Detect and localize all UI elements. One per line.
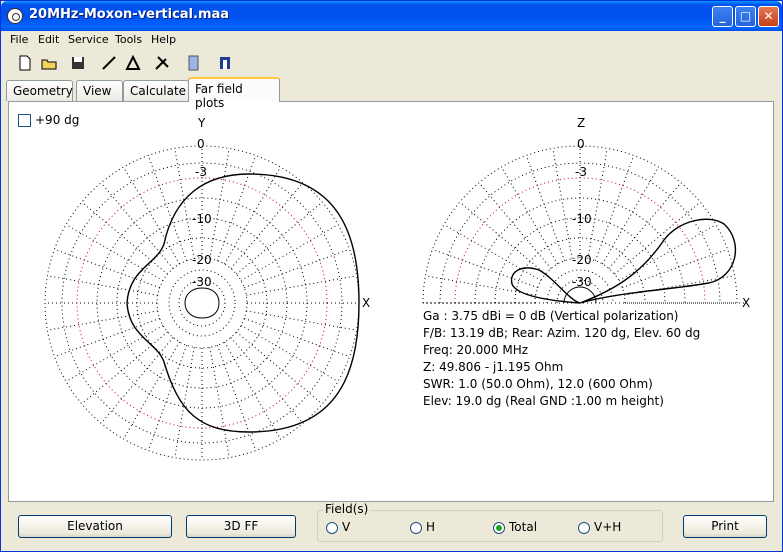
menu-edit[interactable]: Edit [38,33,59,46]
radio-total[interactable] [493,522,505,534]
tab-far-field-plots[interactable]: Far field plots [188,77,280,110]
grid-spoke [240,325,339,382]
radio-v-label: V [342,520,351,534]
az-axis-x: X [362,296,370,310]
antenna-icon[interactable] [216,54,234,72]
grid-spoke [240,224,339,281]
az-ring-20: -20 [192,253,212,267]
el-axis-z: Z [577,116,585,130]
grid-spoke [47,310,158,331]
elevation-plot: Z X 0 -3 -10 -20 -30 [422,116,750,310]
3d-ff-button[interactable]: 3D FF [186,515,296,538]
elevation-button[interactable]: Elevation [18,515,172,538]
grid-spoke [501,166,558,265]
tab-geometry[interactable]: Geometry [6,80,73,101]
tools-icon[interactable] [153,54,171,72]
grid-spoke [224,341,281,440]
az-ring-30: -30 [192,275,212,289]
azimuth-inner-pattern [184,287,220,319]
el-ring-0: 0 [577,137,585,151]
fields-legend: Field(s) [323,502,371,516]
az-axis-y: Y [197,116,206,130]
grid-spoke [236,201,323,275]
grid-spoke [209,347,230,458]
swr-line: SWR: 1.0 (50.0 Ohm), 12.0 (600 Ohm) [423,377,653,391]
grid-spoke [602,166,659,265]
tab-calculate[interactable]: Calculate [123,80,189,101]
grid-spoke [216,345,257,451]
print-button[interactable]: Print [683,515,767,538]
grid-spoke [244,248,350,289]
grid-spoke [209,148,230,259]
results-info: Ga : 3.75 dBi = 0 dB (Vertical polarizat… [423,308,700,410]
open-folder-icon[interactable] [40,54,58,72]
title-bar[interactable]: 20MHz-Moxon-vertical.maa _ □ ✕ [1,1,782,31]
menu-service[interactable]: Service [68,33,109,46]
maximize-button[interactable]: □ [735,6,756,27]
front-back-line: F/B: 13.19 dB; Rear: Azim. 120 dg, Elev.… [423,326,701,340]
far-field-plots: Y X 0 -3 -10 -20 -30 Z X 0 -3 -10 -20 -3… [44,116,750,461]
toolbar [2,51,781,75]
window-title: 20MHz-Moxon-vertical.maa [29,7,230,22]
save-icon[interactable] [69,54,87,72]
app-icon[interactable] [7,8,23,24]
grid-spoke [618,224,717,281]
app-window: 20MHz-Moxon-vertical.maa _ □ ✕ File Edit… [0,0,783,552]
radio-total-label: Total [509,520,538,534]
triangle-icon[interactable] [124,54,142,72]
gain-line: Ga : 3.75 dBi = 0 dB (Vertical polarizat… [423,309,679,323]
grid-spoke [147,155,188,261]
line-icon[interactable] [100,54,118,72]
new-file-icon[interactable] [16,54,34,72]
frequency-line: Freq: 20.000 MHz [423,343,529,357]
minimize-button[interactable]: _ [712,6,733,27]
grid-spoke [246,275,357,296]
grid-spoke [525,155,566,261]
el-axis-x: X [742,296,750,310]
el-ring-10: -10 [572,212,592,226]
impedance-line: Z: 49.806 - j1.195 Ohm [423,360,564,374]
menu-bar: File Edit Service Tools Help [2,31,781,50]
grid-spoke [65,325,164,382]
grid-spoke [123,166,180,265]
radio-v[interactable] [326,522,338,534]
bottom-bar: Elevation 3D FF Field(s) V H Total V+H P… [1,502,782,551]
azimuth-pattern [126,173,360,433]
az-ring-10: -10 [192,212,212,226]
radio-vh-label: V+H [594,520,622,534]
el-ring-20: -20 [572,253,592,267]
menu-help[interactable]: Help [151,33,176,46]
document-icon[interactable] [184,54,202,72]
radio-h[interactable] [410,522,422,534]
grid-spoke [174,148,195,259]
elevation-pattern [579,218,737,304]
grid-spoke [443,224,542,281]
grid-spoke [459,201,546,275]
close-button[interactable]: ✕ [758,6,779,27]
menu-tools[interactable]: Tools [115,33,142,46]
el-ring-3: -3 [575,165,587,179]
plot-panel: +90 dg Y X 0 -3 -10 -20 -30 Z X 0 -3 -10… [8,101,774,502]
az-ring-3: -3 [195,165,207,179]
elevation-line: Elev: 19.0 dg (Real GND :1.00 m height) [423,394,664,408]
azimuth-plot: Y X 0 -3 -10 -20 -30 [44,116,370,461]
radio-h-label: H [426,520,436,534]
tab-view[interactable]: View [76,80,123,101]
grid-spoke [123,341,180,440]
grid-spoke [236,331,323,405]
el-ring-30: -30 [572,275,592,289]
menu-file[interactable]: File [10,33,28,46]
az-ring-0: 0 [197,137,205,151]
radio-vh[interactable] [578,522,590,534]
grid-spoke [552,148,573,259]
